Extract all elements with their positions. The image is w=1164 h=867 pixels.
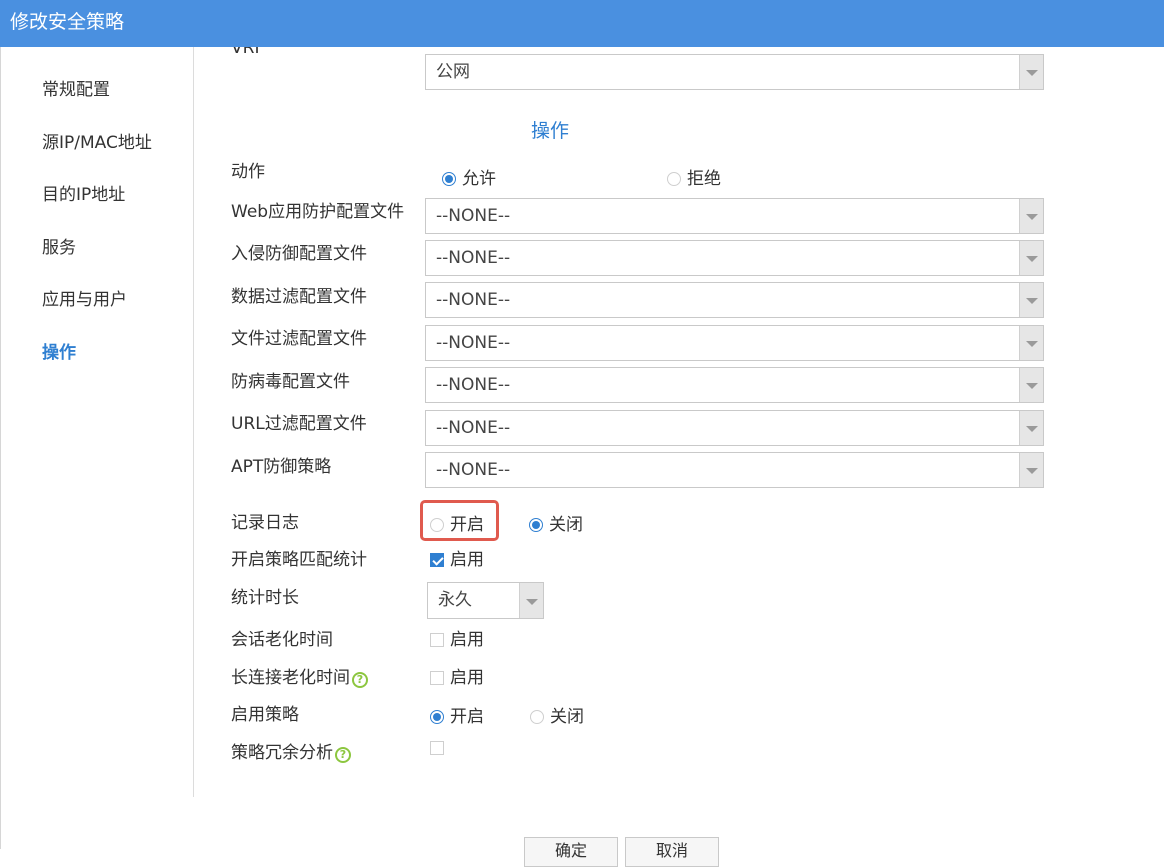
vrf-label: VRF	[231, 47, 265, 58]
chevron-down-icon[interactable]	[1019, 55, 1043, 89]
antivirus-profile-label: 防病毒配置文件	[231, 372, 350, 392]
cancel-button[interactable]: 取消	[625, 837, 719, 867]
vrf-value: 公网	[436, 62, 470, 82]
sidebar-item-service[interactable]: 服务	[42, 233, 76, 258]
chevron-down-icon[interactable]	[1019, 453, 1043, 487]
sidebar-item-destination-address[interactable]: 目的IP地址	[42, 180, 125, 205]
sidebar-item-app-user[interactable]: 应用与用户	[42, 285, 127, 310]
action-allow-radio[interactable]: 允许	[442, 164, 496, 189]
radio-selected-icon[interactable]	[430, 710, 444, 724]
checkbox-unchecked-icon[interactable]	[430, 671, 444, 685]
action-deny-radio[interactable]: 拒绝	[667, 164, 721, 189]
help-icon[interactable]: ?	[352, 672, 368, 688]
antivirus-profile-select[interactable]: --NONE--	[425, 367, 1044, 403]
radio-selected-icon[interactable]	[529, 518, 543, 532]
redundancy-checkbox[interactable]	[430, 738, 450, 760]
redundancy-label: 策略冗余分析?	[231, 738, 351, 763]
radio-unselected-icon[interactable]	[430, 518, 444, 532]
checkbox-unchecked-icon[interactable]	[430, 633, 444, 647]
logging-on-radio[interactable]: 开启	[430, 510, 484, 535]
enable-policy-off-radio[interactable]: 关闭	[530, 702, 584, 727]
url-filter-profile-label: URL过滤配置文件	[231, 414, 367, 434]
help-icon[interactable]: ?	[335, 747, 351, 763]
chevron-down-icon[interactable]	[1019, 411, 1043, 445]
chevron-down-icon[interactable]	[1019, 241, 1043, 275]
stats-duration-label: 统计时长	[231, 588, 299, 608]
checkbox-checked-icon[interactable]	[430, 553, 444, 567]
ok-button[interactable]: 确定	[524, 837, 618, 867]
data-filter-profile-label: 数据过滤配置文件	[231, 287, 367, 307]
waf-profile-label: Web应用防护配置文件	[231, 202, 405, 222]
checkbox-unchecked-icon[interactable]	[430, 741, 444, 755]
sidebar-divider	[193, 47, 194, 797]
match-stats-checkbox[interactable]: 启用	[430, 545, 484, 570]
sidebar-item-source-address[interactable]: 源IP/MAC地址	[42, 128, 152, 153]
frame-border	[0, 47, 1, 849]
dialog-title: 修改安全策略	[0, 0, 1164, 47]
ips-profile-label: 入侵防御配置文件	[231, 244, 367, 264]
match-stats-label: 开启策略匹配统计	[231, 550, 367, 570]
file-filter-profile-select[interactable]: --NONE--	[425, 325, 1044, 361]
action-label: 动作	[231, 162, 265, 182]
radio-unselected-icon[interactable]	[667, 172, 681, 186]
apt-policy-select[interactable]: --NONE--	[425, 452, 1044, 488]
radio-selected-icon[interactable]	[442, 172, 456, 186]
file-filter-profile-label: 文件过滤配置文件	[231, 329, 367, 349]
enable-policy-on-radio[interactable]: 开启	[430, 702, 484, 727]
chevron-down-icon[interactable]	[1019, 283, 1043, 317]
chevron-down-icon[interactable]	[1019, 199, 1043, 233]
apt-policy-label: APT防御策略	[231, 457, 332, 477]
long-conn-aging-checkbox[interactable]: 启用	[430, 663, 484, 688]
logging-off-radio[interactable]: 关闭	[529, 510, 583, 535]
chevron-down-icon[interactable]	[1019, 368, 1043, 402]
long-conn-aging-label: 长连接老化时间?	[231, 663, 368, 688]
waf-profile-select[interactable]: --NONE--	[425, 198, 1044, 234]
radio-unselected-icon[interactable]	[530, 710, 544, 724]
enable-policy-label: 启用策略	[231, 705, 299, 725]
stats-duration-select[interactable]: 永久	[427, 582, 544, 619]
session-aging-label: 会话老化时间	[231, 630, 333, 650]
vrf-select[interactable]: 公网	[425, 54, 1044, 90]
sidebar-item-action[interactable]: 操作	[42, 338, 76, 363]
session-aging-checkbox[interactable]: 启用	[430, 625, 484, 650]
logging-label: 记录日志	[231, 513, 299, 533]
section-title: 操作	[531, 120, 570, 142]
data-filter-profile-select[interactable]: --NONE--	[425, 282, 1044, 318]
sidebar-item-general[interactable]: 常规配置	[42, 75, 110, 100]
ips-profile-select[interactable]: --NONE--	[425, 240, 1044, 276]
chevron-down-icon[interactable]	[519, 583, 543, 618]
url-filter-profile-select[interactable]: --NONE--	[425, 410, 1044, 446]
chevron-down-icon[interactable]	[1019, 326, 1043, 360]
